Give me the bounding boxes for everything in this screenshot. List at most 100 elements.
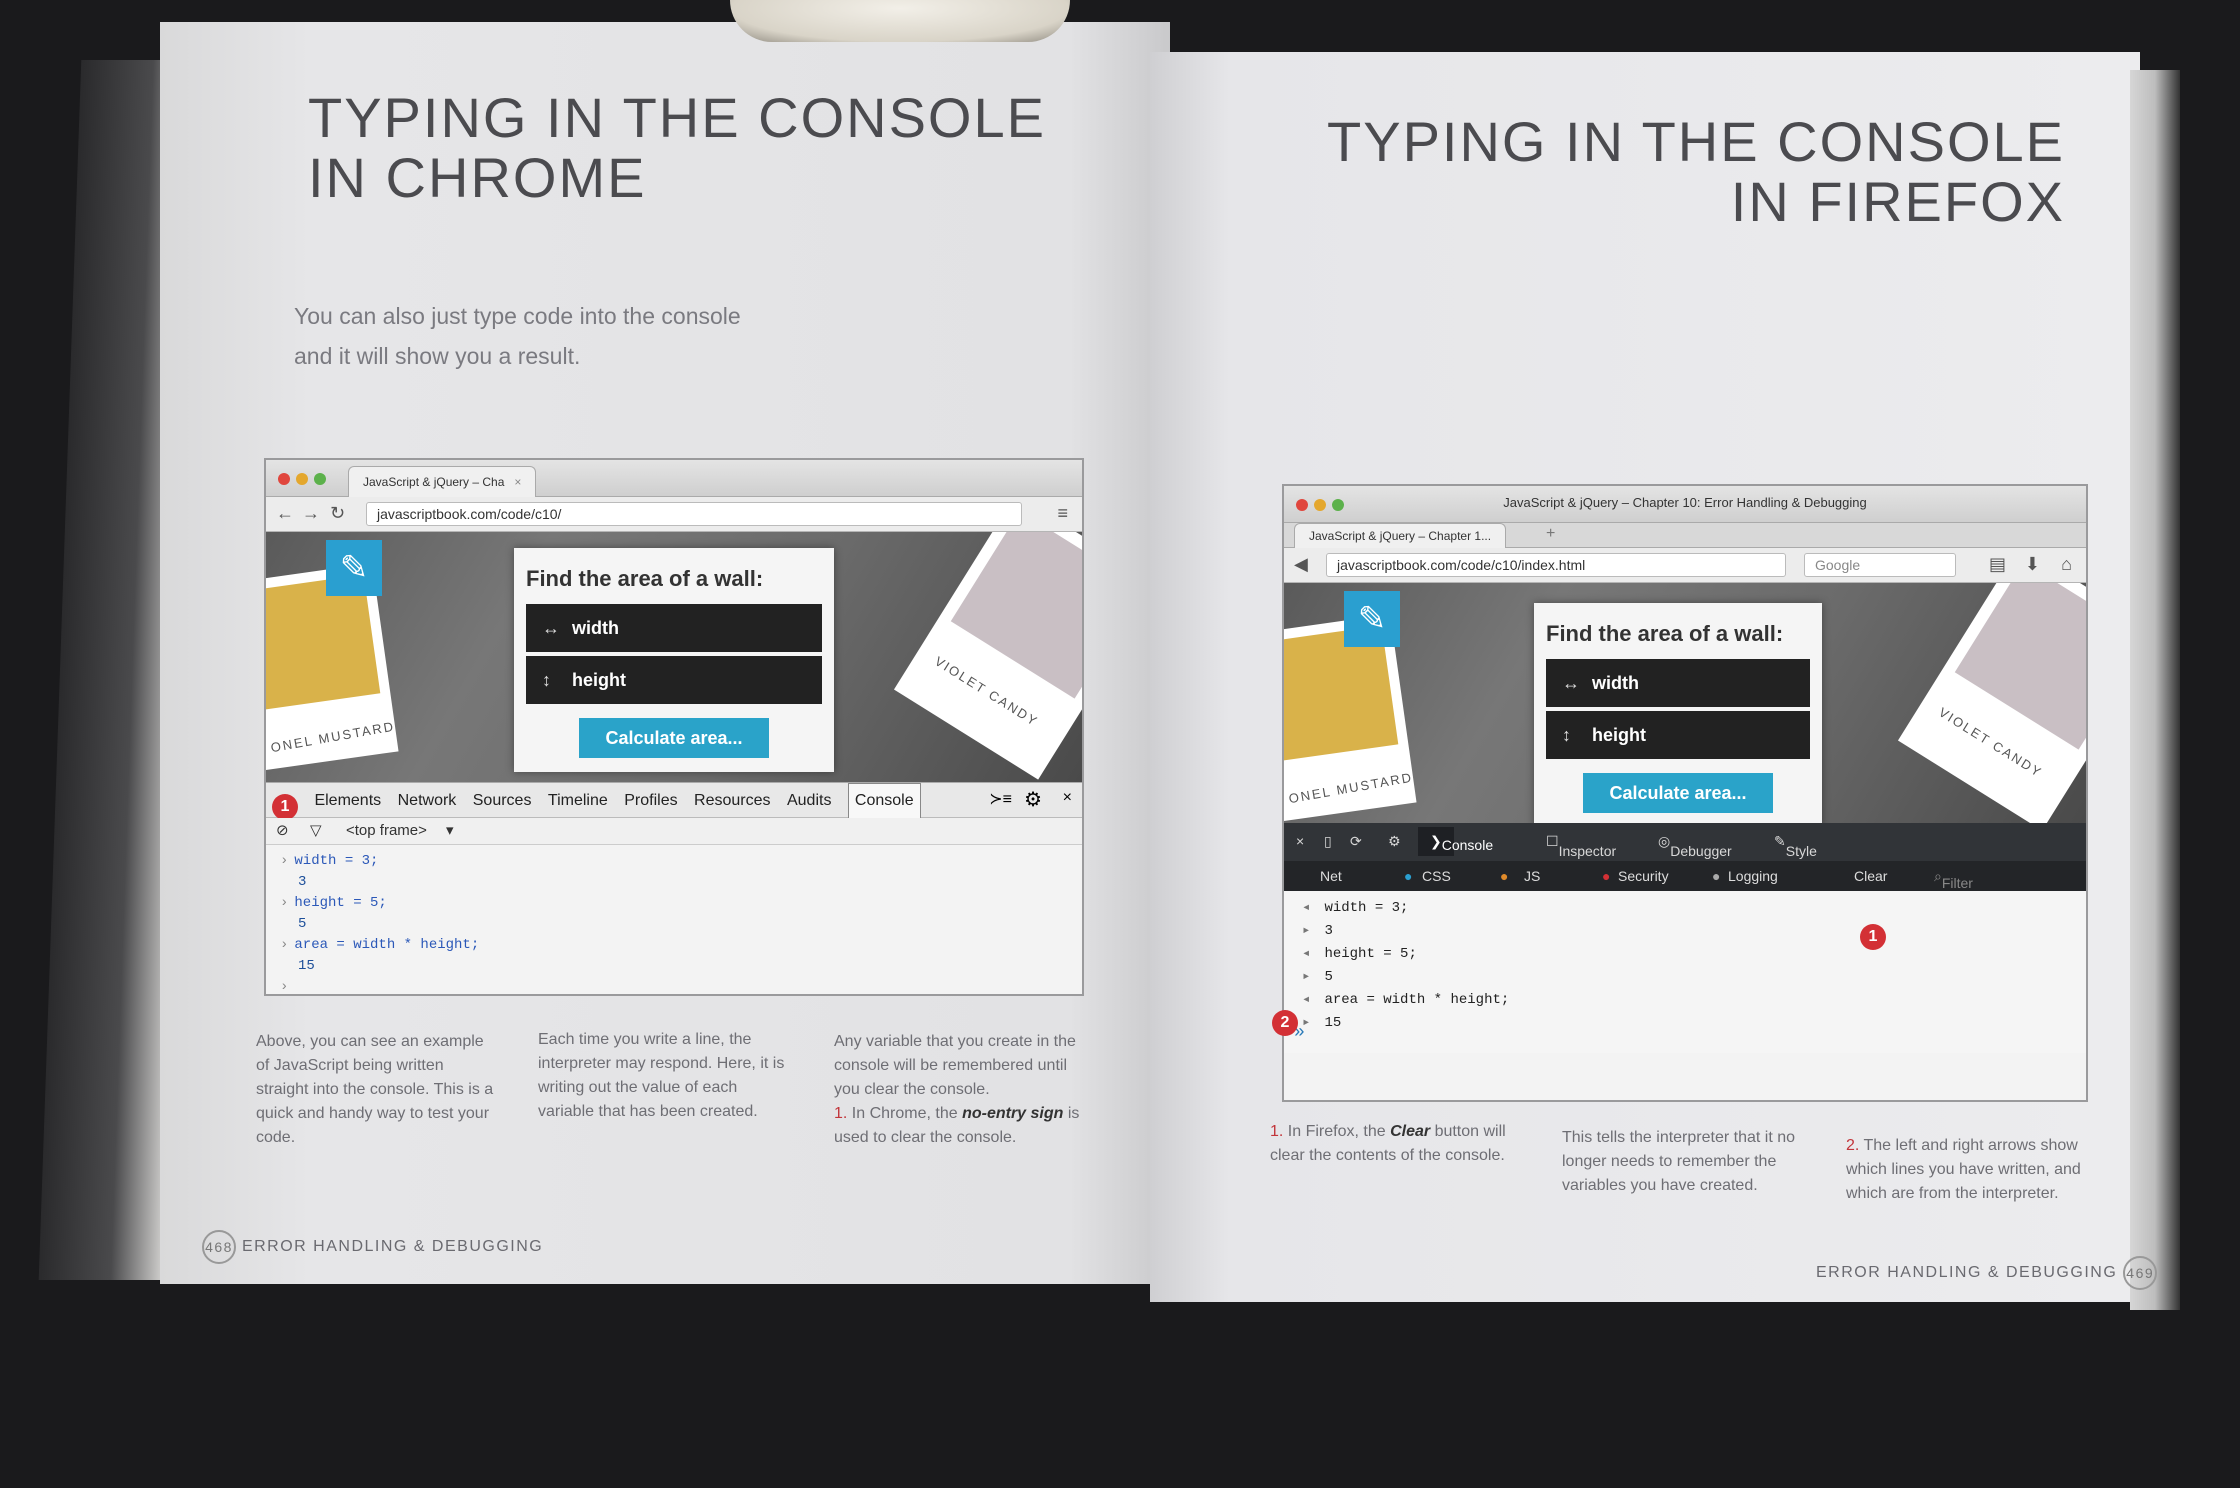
firefox-search-box: Google <box>1804 553 1956 577</box>
left-page-title: TYPING IN THE CONSOLE IN CHROME <box>308 88 1046 208</box>
firefox-devtools-tabs: × ▯ ⟳ ⚙ ❯ Console ☐ Inspector ◎ Debugger… <box>1284 823 2086 875</box>
console-line: ◂ width = 3; <box>1302 900 1409 916</box>
console-line: › area = width * height; <box>280 937 480 953</box>
back-icon: ← <box>276 503 294 523</box>
area-widget: Find the area of a wall: ↔ width ↕ height … <box>514 548 834 772</box>
devtab-audits: Audits <box>786 792 832 809</box>
right-title-line1: TYPING IN THE CONSOLE <box>1327 110 2065 173</box>
firefox-tabstrip: JavaScript & jQuery – Chapter 1... + <box>1284 523 2086 548</box>
console-line: ▸ 5 <box>1302 969 1333 985</box>
console-line: ▸ 15 <box>1302 1015 1342 1031</box>
right-col-2: This tells the interpreter that it no lo… <box>1562 1129 1795 1194</box>
width-label: width <box>1592 673 1639 693</box>
clear-button: Clear <box>1854 868 1888 884</box>
console-line: ▸ 3 <box>1302 923 1333 939</box>
width-label: width <box>572 618 619 638</box>
right-col-1: 1. In Firefox, the Clear button will cle… <box>1270 1120 1530 1168</box>
devtab-network: Network <box>397 792 457 809</box>
horizontal-arrows-icon: ↔ <box>542 618 560 638</box>
paintbrush-icon: ✎ <box>326 540 382 596</box>
chrome-toolbar: ← → ↻ javascriptbook.com/code/c10/ ≡ <box>266 497 1082 532</box>
right-footer: ERROR HANDLING & DEBUGGING 469 <box>1816 1256 2158 1290</box>
download-icon: ⬇ <box>2024 554 2040 574</box>
note-emphasis: no-entry sign <box>962 1105 1064 1122</box>
firefox-page-scene: ONEL MUSTARD ✎ VIOLET CANDY Find the are… <box>1284 583 2086 823</box>
paintbrush-icon: ✎ <box>1344 591 1400 647</box>
right-page-number: 469 <box>2123 1256 2158 1290</box>
left-intro: You can also just type code into the con… <box>294 296 894 376</box>
console-line: › width = 3; <box>280 853 379 869</box>
left-col-3: Any variable that you create in the cons… <box>834 1030 1084 1150</box>
forward-icon: → <box>302 503 320 523</box>
right-col-3-text: The left and right arrows show which lin… <box>1846 1137 2081 1202</box>
firefox-toolbar: ◀ javascriptbook.com/code/c10/index.html… <box>1284 548 2086 583</box>
calculate-button: Calculate area... <box>1583 773 1773 813</box>
console-line: ◂ height = 5; <box>1302 946 1417 962</box>
intro-line2: and it will show you a result. <box>294 343 581 369</box>
firefox-url-bar: javascriptbook.com/code/c10/index.html <box>1326 553 1786 577</box>
settings-gear-icon: ⚙ <box>1388 833 1401 849</box>
chrome-page-scene: ONEL MUSTARD ✎ VIOLET CANDY Find the are… <box>266 532 1082 782</box>
chrome-url-bar: javascriptbook.com/code/c10/ <box>366 502 1022 526</box>
left-page-number: 468 <box>202 1230 236 1264</box>
frame-dropdown-icon: ▾ <box>446 822 454 839</box>
left-col-1: Above, you can see an example of JavaScr… <box>256 1033 494 1146</box>
devtab-timeline: Timeline <box>547 792 608 809</box>
security-dot-icon: ● <box>1602 868 1611 884</box>
dock-icon: ▯ <box>1324 833 1332 849</box>
firefox-console-output: ◂ width = 3; ▸ 3 ◂ height = 5; ▸ 5 ◂ area = w… <box>1284 891 2086 1053</box>
widget-title: Find the area of a wall: <box>526 566 764 591</box>
open-book: TYPING IN THE CONSOLE IN CHROME You can … <box>0 0 2240 1488</box>
window-controls <box>278 472 332 490</box>
chrome-console-filterbar: ⊘ ▽ <top frame> ▾ <box>266 818 1082 845</box>
widget-title: Find the area of a wall: <box>1546 621 1784 646</box>
new-tab-icon: + <box>1546 525 1556 542</box>
right-footer-text: ERROR HANDLING & DEBUGGING <box>1816 1264 2118 1282</box>
height-label: height <box>1592 725 1646 745</box>
chrome-screenshot: JavaScript & jQuery – Cha × ← → ↻ javascr… <box>264 458 1084 996</box>
gcli-icon: ⟳ <box>1350 833 1362 849</box>
css-dot-icon: ● <box>1404 868 1413 884</box>
filter-logging: Logging <box>1728 868 1778 884</box>
console-line: ◂ area = width * height; <box>1302 992 1510 1008</box>
mustard-label: ONEL MUSTARD <box>269 718 397 756</box>
console-prompt: › <box>280 979 289 995</box>
fftab-console: ❯ Console <box>1418 827 1493 856</box>
left-footer: 468 ERROR HANDLING & DEBUGGING <box>202 1230 543 1264</box>
filter-js: JS <box>1524 868 1541 884</box>
devtab-console: Console <box>847 783 921 819</box>
js-dot-icon: ● <box>1500 868 1509 884</box>
right-page-title: TYPING IN THE CONSOLE IN FIREFOX <box>1327 112 2065 232</box>
note-number-2: 2. <box>1846 1137 1860 1154</box>
chrome-titlebar: JavaScript & jQuery – Cha × <box>266 460 1082 497</box>
filter-output-field: ⌕ Filter output <box>1934 868 1981 907</box>
settings-gear-icon: ⚙ <box>1024 789 1042 811</box>
devtab-resources: Resources <box>694 792 771 809</box>
callout-badge-2: 2 <box>1272 1010 1298 1036</box>
home-icon: ⌂ <box>2061 554 2072 574</box>
firefox-console-filterbar: Net ● CSS ● JS ● Security ● Logging Clea… <box>1284 861 2086 907</box>
width-field: ↔ width <box>526 604 822 652</box>
reload-icon: ↻ <box>330 503 346 523</box>
fftab-inspector: ☐ Inspector <box>1546 833 1617 859</box>
chrome-console-output: › width = 3; 3 › height = 5; 5 › area = wid… <box>266 845 1082 995</box>
filter-funnel-icon: ▽ <box>310 822 322 839</box>
left-footer-text: ERROR HANDLING & DEBUGGING <box>241 1238 544 1256</box>
calculate-button: Calculate area... <box>579 718 769 758</box>
tab-close-icon: × <box>514 475 522 489</box>
violet-card: VIOLET CANDY <box>893 532 1082 780</box>
area-widget: Find the area of a wall: ↔ width ↕ height … <box>1534 603 1822 823</box>
filter-css: CSS <box>1422 868 1451 884</box>
vertical-arrows-icon: ↕ <box>542 670 551 690</box>
bookmarks-icon: ▤ <box>1988 554 2006 574</box>
page-stack-right <box>2130 70 2180 1310</box>
devtab-sources: Sources <box>472 792 532 809</box>
firefox-screenshot: JavaScript & jQuery – Chapter 10: Error … <box>1282 484 2088 1102</box>
console-line: 15 <box>298 958 315 974</box>
callout-badge-1: 1 <box>1860 924 1886 950</box>
back-icon: ◀ <box>1294 554 1308 574</box>
note-number-1: 1. <box>1270 1123 1284 1140</box>
no-entry-clear-icon: ⊘ <box>276 822 289 839</box>
height-label: height <box>572 670 626 690</box>
callout-badge-1: 1 <box>272 794 298 820</box>
